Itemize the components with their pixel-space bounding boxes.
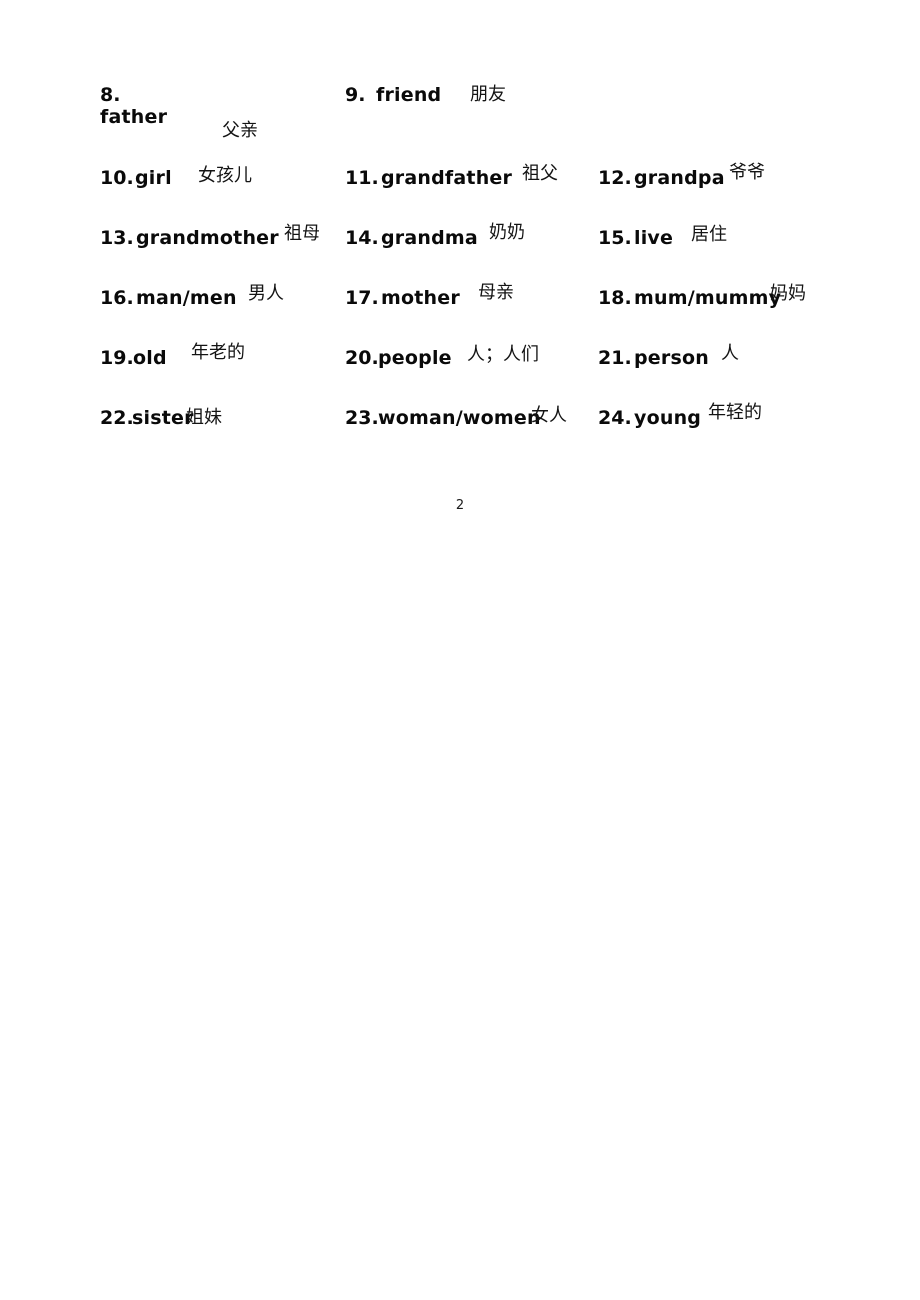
vocab-entry-term: man/men [136, 287, 237, 309]
vocab-entry-gloss: 女人 [531, 405, 567, 426]
vocab-entry-term: young [634, 407, 702, 429]
vocab-row: 16. man/men 男人 17. mother 母亲 18. mum/mummy 妈妈 [0, 282, 920, 348]
vocab-entry-gloss: 母亲 [478, 282, 514, 303]
vocab-entry: 17. mother [345, 287, 460, 310]
vocab-entry: 22. sister [100, 407, 193, 430]
vocab-entry-gloss: 人；人们 [467, 344, 539, 365]
vocab-entry-number: 8. [100, 84, 121, 106]
vocab-entry-term: grandma [381, 227, 478, 249]
vocab-entry-gloss: 居住 [691, 224, 727, 245]
vocab-entry: 16. man/men [100, 287, 237, 310]
vocab-entry-number: 11. [345, 167, 379, 189]
vocab-entry: 9. friend [345, 84, 441, 107]
vocab-entry: 10. girl [100, 167, 172, 190]
vocab-row: 19. old 年老的 20. people 人；人们 21. person 人 [0, 342, 920, 408]
vocab-entry-number: 22. [100, 407, 134, 429]
vocab-entry-gloss: 朋友 [470, 84, 506, 105]
vocab-entry: 14. grandma [345, 227, 478, 250]
vocab-entry-number: 10. [100, 167, 134, 189]
vocab-entry: 15. live [598, 227, 673, 250]
vocab-entry-gloss: 祖父 [522, 163, 558, 184]
vocab-entry-number: 15. [598, 227, 632, 249]
vocab-entry-term: friend [376, 84, 442, 106]
vocab-entry-gloss: 父亲 [222, 120, 258, 141]
vocab-entry-number: 18. [598, 287, 632, 309]
vocab-entry-gloss: 祖母 [284, 223, 320, 244]
vocab-entry: 19. old [100, 347, 167, 370]
vocab-entry: 21. person [598, 347, 709, 370]
vocab-entry-number: 21. [598, 347, 632, 369]
vocab-entry-term: girl [135, 167, 172, 189]
vocab-entry: 12. grandpa [598, 167, 725, 190]
vocab-entry: 18. mum/mummy [598, 287, 781, 310]
vocab-entry-gloss: 奶奶 [489, 222, 525, 243]
vocab-entry-number: 16. [100, 287, 134, 309]
vocab-entry-term: people [378, 347, 452, 369]
vocab-entry-number: 14. [345, 227, 379, 249]
vocab-entry-term: grandmother [136, 227, 279, 249]
vocab-entry-term: woman/women [378, 407, 541, 429]
vocab-row: 10. girl 女孩儿 11. grandfather 祖父 12. grandpa 爷爷 [0, 162, 920, 228]
vocab-entry-term: grandfather [381, 167, 513, 189]
vocab-entry: 20. people [345, 347, 452, 370]
vocab-entry-number: 20. [345, 347, 379, 369]
vocab-entry-gloss: 妈妈 [770, 283, 806, 304]
vocab-entry-number: 24. [598, 407, 632, 429]
vocab-entry: 11. grandfather [345, 167, 512, 190]
vocab-entry-gloss: 年轻的 [708, 402, 762, 423]
vocab-entry: 8. father [100, 84, 168, 129]
vocab-entry-gloss: 人 [721, 343, 739, 364]
vocab-entry: 24. young [598, 407, 701, 430]
vocab-entry-number: 9. [345, 84, 366, 106]
page-number: 2 [455, 498, 465, 513]
vocab-entry: 13. grandmother [100, 227, 279, 250]
vocab-entry-term: person [634, 347, 709, 369]
vocab-entry-number: 19. [100, 347, 134, 369]
vocab-entry-gloss: 男人 [248, 283, 284, 304]
vocab-row: 8. father 父亲 9. friend 朋友 [0, 84, 920, 145]
vocab-entry-number: 12. [598, 167, 632, 189]
document-page: 8. father 父亲 9. friend 朋友 10. girl 女孩儿 11. grandfa… [0, 0, 920, 1300]
vocab-entry-term: grandpa [634, 167, 725, 189]
vocab-entry-term: mother [381, 287, 460, 309]
vocab-entry-term: father [100, 105, 168, 128]
vocab-entry-number: 17. [345, 287, 379, 309]
vocab-entry-gloss: 年老的 [191, 342, 245, 363]
vocab-entry-term: sister [132, 407, 194, 429]
vocab-row: 22. sister 姐妹 23. woman/women 女人 24. young 年轻的 [0, 402, 920, 468]
vocab-entry: 23. woman/women [345, 407, 541, 430]
vocab-entry-term: mum/mummy [634, 287, 782, 309]
vocab-entry-term: live [634, 227, 674, 249]
vocab-entry-number: 23. [345, 407, 379, 429]
vocab-entry-term: old [133, 347, 167, 369]
vocab-entry-number: 13. [100, 227, 134, 249]
vocab-entry-gloss: 女孩儿 [198, 165, 252, 186]
vocab-row: 13. grandmother 祖母 14. grandma 奶奶 15. live 居住 [0, 222, 920, 288]
vocab-entry-gloss: 爷爷 [729, 162, 765, 183]
vocab-entry-gloss: 姐妹 [186, 407, 222, 428]
